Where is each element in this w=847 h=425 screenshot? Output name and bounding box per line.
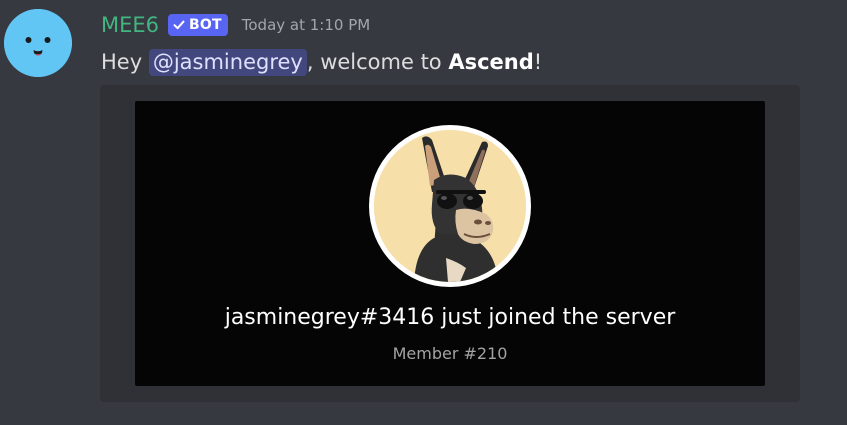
donkey-with-sunglasses-avatar <box>374 130 526 282</box>
exclamation-text: ! <box>533 50 543 74</box>
server-name: Ascend <box>448 50 534 74</box>
message-header: MEE6 BOT Today at 1:10 PM <box>101 10 370 40</box>
message-embed: jasminegrey#3416 just joined the server … <box>100 85 800 402</box>
welcome-card-image[interactable]: jasminegrey#3416 just joined the server … <box>135 101 765 386</box>
bot-tag-label: BOT <box>189 17 222 33</box>
welcome-text: , welcome to <box>306 50 449 74</box>
joined-user-avatar <box>374 130 526 282</box>
bot-tag: BOT <box>168 14 228 36</box>
author-avatar[interactable] <box>4 9 72 77</box>
profile-ring <box>369 125 531 287</box>
mee6-face-icon <box>4 9 72 77</box>
member-count: Member #210 <box>392 344 508 363</box>
joined-message: jasminegrey#3416 just joined the server <box>224 305 676 330</box>
chat-message: MEE6 BOT Today at 1:10 PM Hey @jasminegr… <box>0 0 847 425</box>
message-timestamp[interactable]: Today at 1:10 PM <box>242 16 370 34</box>
verified-check-icon <box>173 20 185 30</box>
author-username[interactable]: MEE6 <box>101 13 159 37</box>
message-content: Hey @jasminegrey, welcome to Ascend! <box>101 47 542 77</box>
greeting-text: Hey <box>101 50 149 74</box>
user-mention[interactable]: @jasminegrey <box>148 49 307 76</box>
